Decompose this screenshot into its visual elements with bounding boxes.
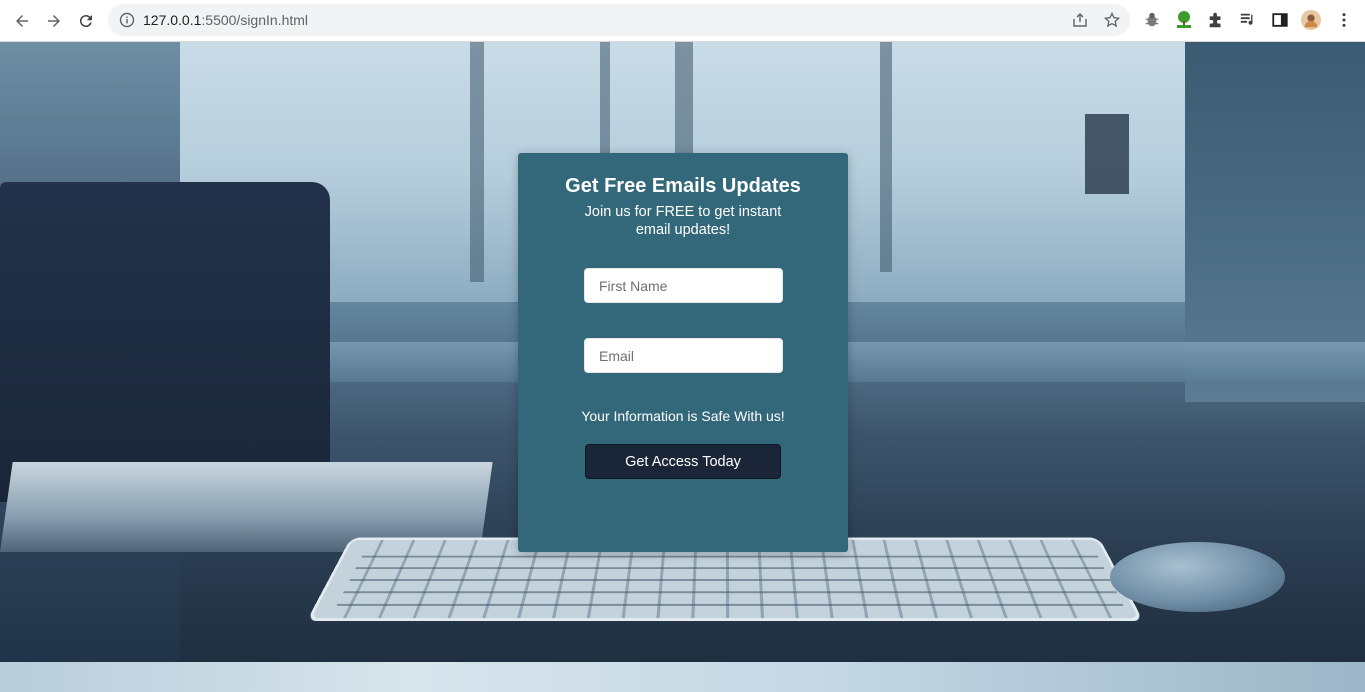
background-window-frame — [1085, 114, 1129, 194]
signup-card: Get Free Emails Updates Join us for FREE… — [518, 153, 848, 552]
reload-button[interactable] — [74, 9, 98, 33]
background-window-bar — [470, 42, 484, 282]
sidepanel-icon[interactable] — [1270, 10, 1290, 30]
url-path: :5500/signIn.html — [201, 12, 308, 28]
kebab-menu-icon[interactable] — [1334, 10, 1354, 30]
address-bar[interactable]: 127.0.0.1:5500/signIn.html — [108, 4, 1130, 36]
arrow-left-icon — [13, 12, 31, 30]
background-window-bar — [880, 42, 892, 272]
url-host: 127.0.0.1 — [143, 12, 201, 28]
page-background: Get Free Emails Updates Join us for FREE… — [0, 42, 1365, 692]
form-title: Get Free Emails Updates — [518, 175, 848, 198]
background-bottom-strip — [0, 662, 1365, 692]
tree-extension-icon[interactable] — [1174, 10, 1194, 30]
media-icon[interactable] — [1238, 10, 1258, 30]
bug-icon[interactable] — [1142, 10, 1162, 30]
get-access-button[interactable]: Get Access Today — [585, 444, 781, 479]
info-icon[interactable] — [119, 12, 135, 28]
background-laptop — [0, 182, 330, 502]
avatar[interactable] — [1301, 10, 1321, 30]
puzzle-icon[interactable] — [1206, 10, 1226, 30]
email-input[interactable] — [584, 338, 783, 373]
background-keyboard-keys — [331, 546, 1128, 616]
star-icon[interactable] — [1104, 12, 1120, 28]
first-name-input[interactable] — [584, 268, 783, 303]
url-text[interactable]: 127.0.0.1:5500/signIn.html — [143, 12, 308, 28]
reload-icon — [77, 12, 95, 30]
privacy-note: Your Information is Safe With us! — [518, 408, 848, 424]
back-button[interactable] — [10, 9, 34, 33]
share-icon[interactable] — [1072, 12, 1088, 28]
forward-button[interactable] — [42, 9, 66, 33]
form-subtitle: Join us for FREE to get instant email up… — [578, 203, 788, 239]
browser-toolbar: 127.0.0.1:5500/signIn.html — [0, 0, 1365, 42]
background-mouse — [1110, 542, 1285, 612]
arrow-right-icon — [45, 12, 63, 30]
